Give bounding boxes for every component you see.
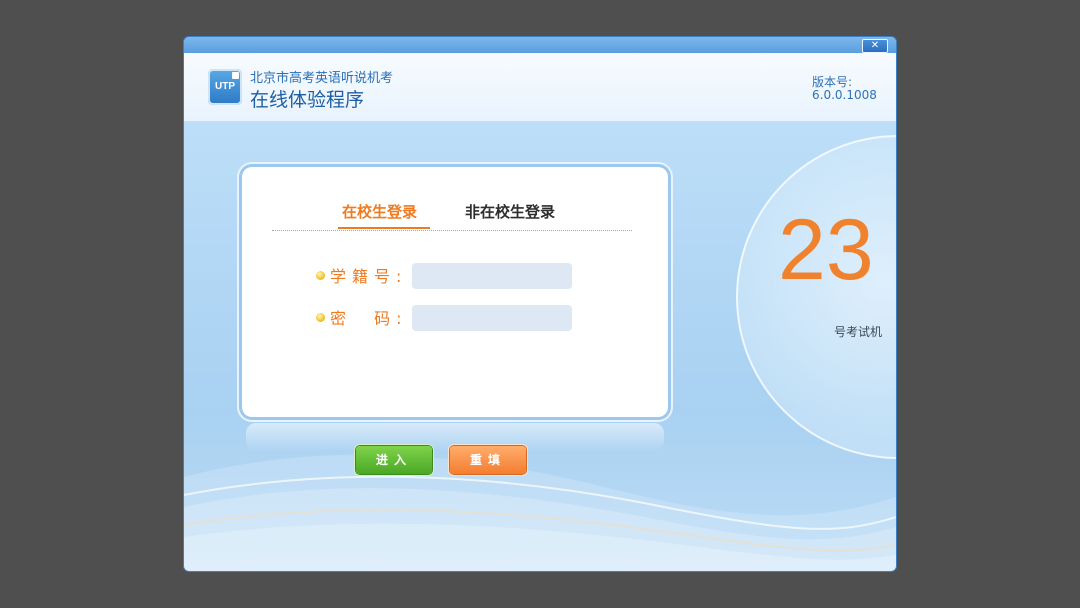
student-id-input[interactable] [412, 263, 572, 289]
tab-student-login[interactable]: 在校生登录 [342, 201, 417, 222]
login-panel: 在校生登录 非在校生登录 学籍号: 密 码: [242, 167, 668, 417]
app-title: 在线体验程序 [250, 89, 365, 111]
password-input[interactable] [412, 305, 572, 331]
app-subtitle: 北京市高考英语听说机考 [250, 71, 394, 86]
active-tab-underline [338, 227, 430, 229]
version-number: 6.0.0.1008 [812, 88, 877, 102]
student-id-label: 学籍号: [330, 267, 408, 286]
bullet-icon [316, 313, 325, 322]
machine-label: 号考试机 [834, 325, 883, 339]
tab-divider [272, 230, 632, 231]
enter-button[interactable]: 进入 [356, 446, 432, 474]
utp-logo: UTP [208, 69, 242, 105]
reset-button[interactable]: 重填 [450, 446, 526, 474]
bullet-icon [316, 271, 325, 280]
logo-text: UTP [215, 81, 235, 92]
app-header: UTP 北京市高考英语听说机考 在线体验程序 版本号: 6.0.0.1008 [184, 53, 896, 122]
machine-number: 23 [778, 202, 874, 298]
password-label: 密 码: [330, 309, 408, 328]
logo-corner-icon [232, 72, 239, 79]
close-button[interactable]: ✕ [862, 39, 888, 53]
title-bar: ✕ [184, 37, 896, 53]
tab-non-student-login[interactable]: 非在校生登录 [465, 201, 555, 222]
login-window: ✕ UTP 北京市高考英语听说机考 在线体验程序 版本号: 6.0.0.1008… [184, 37, 896, 571]
